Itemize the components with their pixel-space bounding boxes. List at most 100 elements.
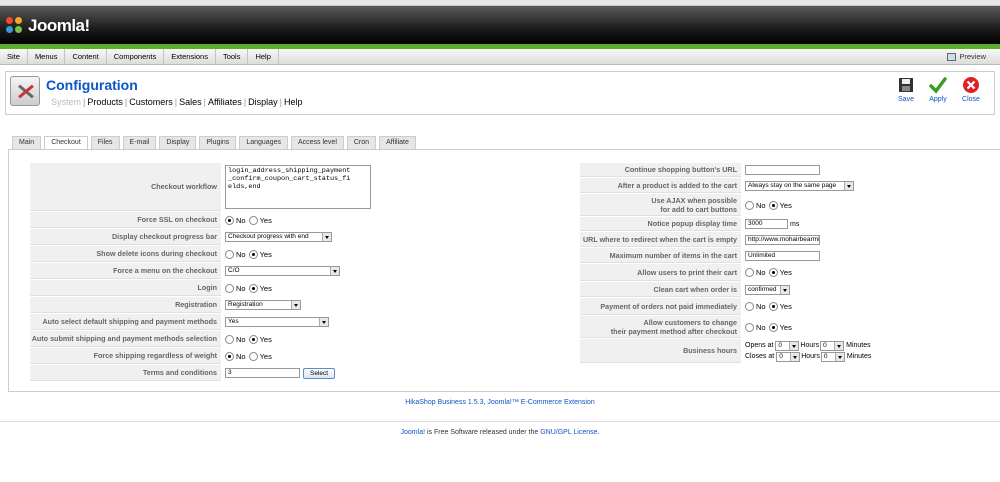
row-change-payment: Allow customers to change their payment … [580,316,872,339]
tab-display[interactable]: Display [159,136,197,149]
menu-extensions[interactable]: Extensions [164,48,216,65]
row-payment-not-paid: Payment of orders not paid immediately N… [580,298,872,316]
force-menu-label: Force a menu on the checkout [30,263,221,279]
subnav-customers[interactable]: Customers [127,97,175,107]
checkmark-icon [929,76,947,94]
after-add-select[interactable]: Always stay on the same page [745,180,854,191]
chevron-down-icon [844,181,853,190]
force-ssl-yes-radio[interactable] [248,215,258,225]
checkout-workflow-label: Checkout workflow [30,163,221,211]
terms-select-button[interactable]: Select [303,367,336,379]
opens-hour-select[interactable]: 0 [775,340,800,351]
menu-components[interactable]: Components [107,48,165,65]
notice-popup-input[interactable]: 3000 [745,219,788,229]
auto-submit-yes-radio[interactable] [248,334,258,344]
login-yes-radio[interactable] [248,283,258,293]
print-cart-no-radio[interactable] [745,268,754,277]
subnav-system[interactable]: System [49,97,83,107]
tab-affiliate[interactable]: Affiliate [379,136,416,149]
hikashop-footer[interactable]: HikaShop Business 1.5.3, Joomla!™ E-Comm… [0,399,1000,406]
subnav-display[interactable]: Display [246,97,280,107]
row-business-hours: Business hours Opens at 0 Hours 0 Minute… [580,339,872,364]
subnav-sales[interactable]: Sales [177,97,204,107]
delete-icons-no-radio[interactable] [225,249,234,259]
row-redirect-empty: URL where to redirect when the cart is e… [580,232,872,248]
payment-not-paid-yes-radio[interactable] [768,302,778,311]
tab-cron[interactable]: Cron [346,136,377,149]
gpl-license-link[interactable]: GNU/GPL License [540,429,597,436]
row-force-ssl: Force SSL on checkout No Yes [30,212,371,229]
tab-checkout[interactable]: Checkout [44,136,88,150]
progress-bar-label: Display checkout progress bar [30,229,221,245]
apply-button[interactable]: Apply [923,76,953,103]
row-delete-icons: Show delete icons during checkout No Yes [30,246,371,263]
chevron-down-icon [319,318,328,326]
terms-input[interactable]: 3 [225,368,300,378]
use-ajax-yes-radio[interactable] [768,200,778,210]
tab-languages[interactable]: Languages [239,136,288,149]
row-terms: Terms and conditions 3 Select [30,365,371,382]
closes-hour-select[interactable]: 0 [776,351,801,362]
row-auto-submit: Auto submit shipping and payment methods… [30,331,371,348]
joomla-link[interactable]: Joomla! [401,429,426,436]
tab-access-level[interactable]: Access level [290,136,344,149]
closes-at-row: Closes at 0 Hours 0 Minutes [745,351,872,362]
tab-plugins[interactable]: Plugins [199,136,237,149]
force-shipping-no-radio[interactable] [225,351,234,361]
closes-minute-select[interactable]: 0 [820,351,845,362]
menu-content[interactable]: Content [65,48,107,65]
after-add-label: After a product is added to the cart [580,178,741,193]
radio-yes-label: Yes [259,249,272,259]
print-cart-label: Allow users to print their cart [580,264,741,281]
tab-email[interactable]: E-mail [122,136,157,149]
force-shipping-label: Force shipping regardless of weight [30,348,221,364]
row-registration: Registration Registration [30,297,371,314]
close-label: Close [962,96,980,103]
terms-label: Terms and conditions [30,365,221,381]
subnav-affiliates[interactable]: Affiliates [206,97,244,107]
close-button[interactable]: Close [956,76,986,103]
notice-popup-label: Notice popup display time [580,217,741,231]
preview-link[interactable]: Preview [947,49,986,65]
menu-site[interactable]: Site [0,48,28,65]
max-items-input[interactable]: Unlimited [745,250,820,261]
auto-submit-no-radio[interactable] [225,334,234,344]
auto-select-select[interactable]: Yes [225,317,329,327]
row-auto-select: Auto select default shipping and payment… [30,314,371,331]
radio-yes-label: Yes [779,302,792,311]
force-ssl-label: Force SSL on checkout [30,212,221,228]
tab-main[interactable]: Main [12,136,42,149]
save-label: Save [898,96,914,103]
continue-url-input[interactable] [745,165,820,175]
registration-label: Registration [30,297,221,313]
registration-select[interactable]: Registration [225,300,301,310]
row-checkout-workflow: Checkout workflow login_address_shipping… [30,163,371,212]
menu-help[interactable]: Help [248,48,279,65]
save-button[interactable]: Save [891,76,921,103]
use-ajax-no-radio[interactable] [745,200,754,210]
subnav-help[interactable]: Help [282,97,305,107]
subnav-products[interactable]: Products [85,97,125,107]
logo-text: Joomla! [28,16,90,35]
change-payment-yes-radio[interactable] [768,322,778,332]
tab-files[interactable]: Files [90,136,120,149]
payment-not-paid-no-radio[interactable] [745,302,754,311]
login-label: Login [30,280,221,296]
opens-minute-select[interactable]: 0 [820,340,845,351]
preview-label: Preview [959,52,986,61]
print-cart-yes-radio[interactable] [768,268,778,277]
max-items-label: Maximum number of items in the cart [580,248,741,263]
progress-bar-select[interactable]: Checkout progress with end [225,232,332,242]
checkout-workflow-textarea[interactable]: login_address_shipping_payment _confirm_… [225,165,371,209]
joomla-logo[interactable]: Joomla! [6,16,90,36]
delete-icons-yes-radio[interactable] [248,249,258,259]
clean-cart-select[interactable]: confirmed [745,284,790,295]
menu-tools[interactable]: Tools [216,48,249,65]
change-payment-no-radio[interactable] [745,322,754,332]
force-menu-select[interactable]: C/O [225,266,340,276]
menu-menus[interactable]: Menus [28,48,66,65]
force-shipping-yes-radio[interactable] [248,351,258,361]
force-ssl-no-radio[interactable] [225,215,234,225]
login-no-radio[interactable] [225,283,234,293]
redirect-empty-input[interactable]: http://www.mohairbearmi [745,234,820,245]
